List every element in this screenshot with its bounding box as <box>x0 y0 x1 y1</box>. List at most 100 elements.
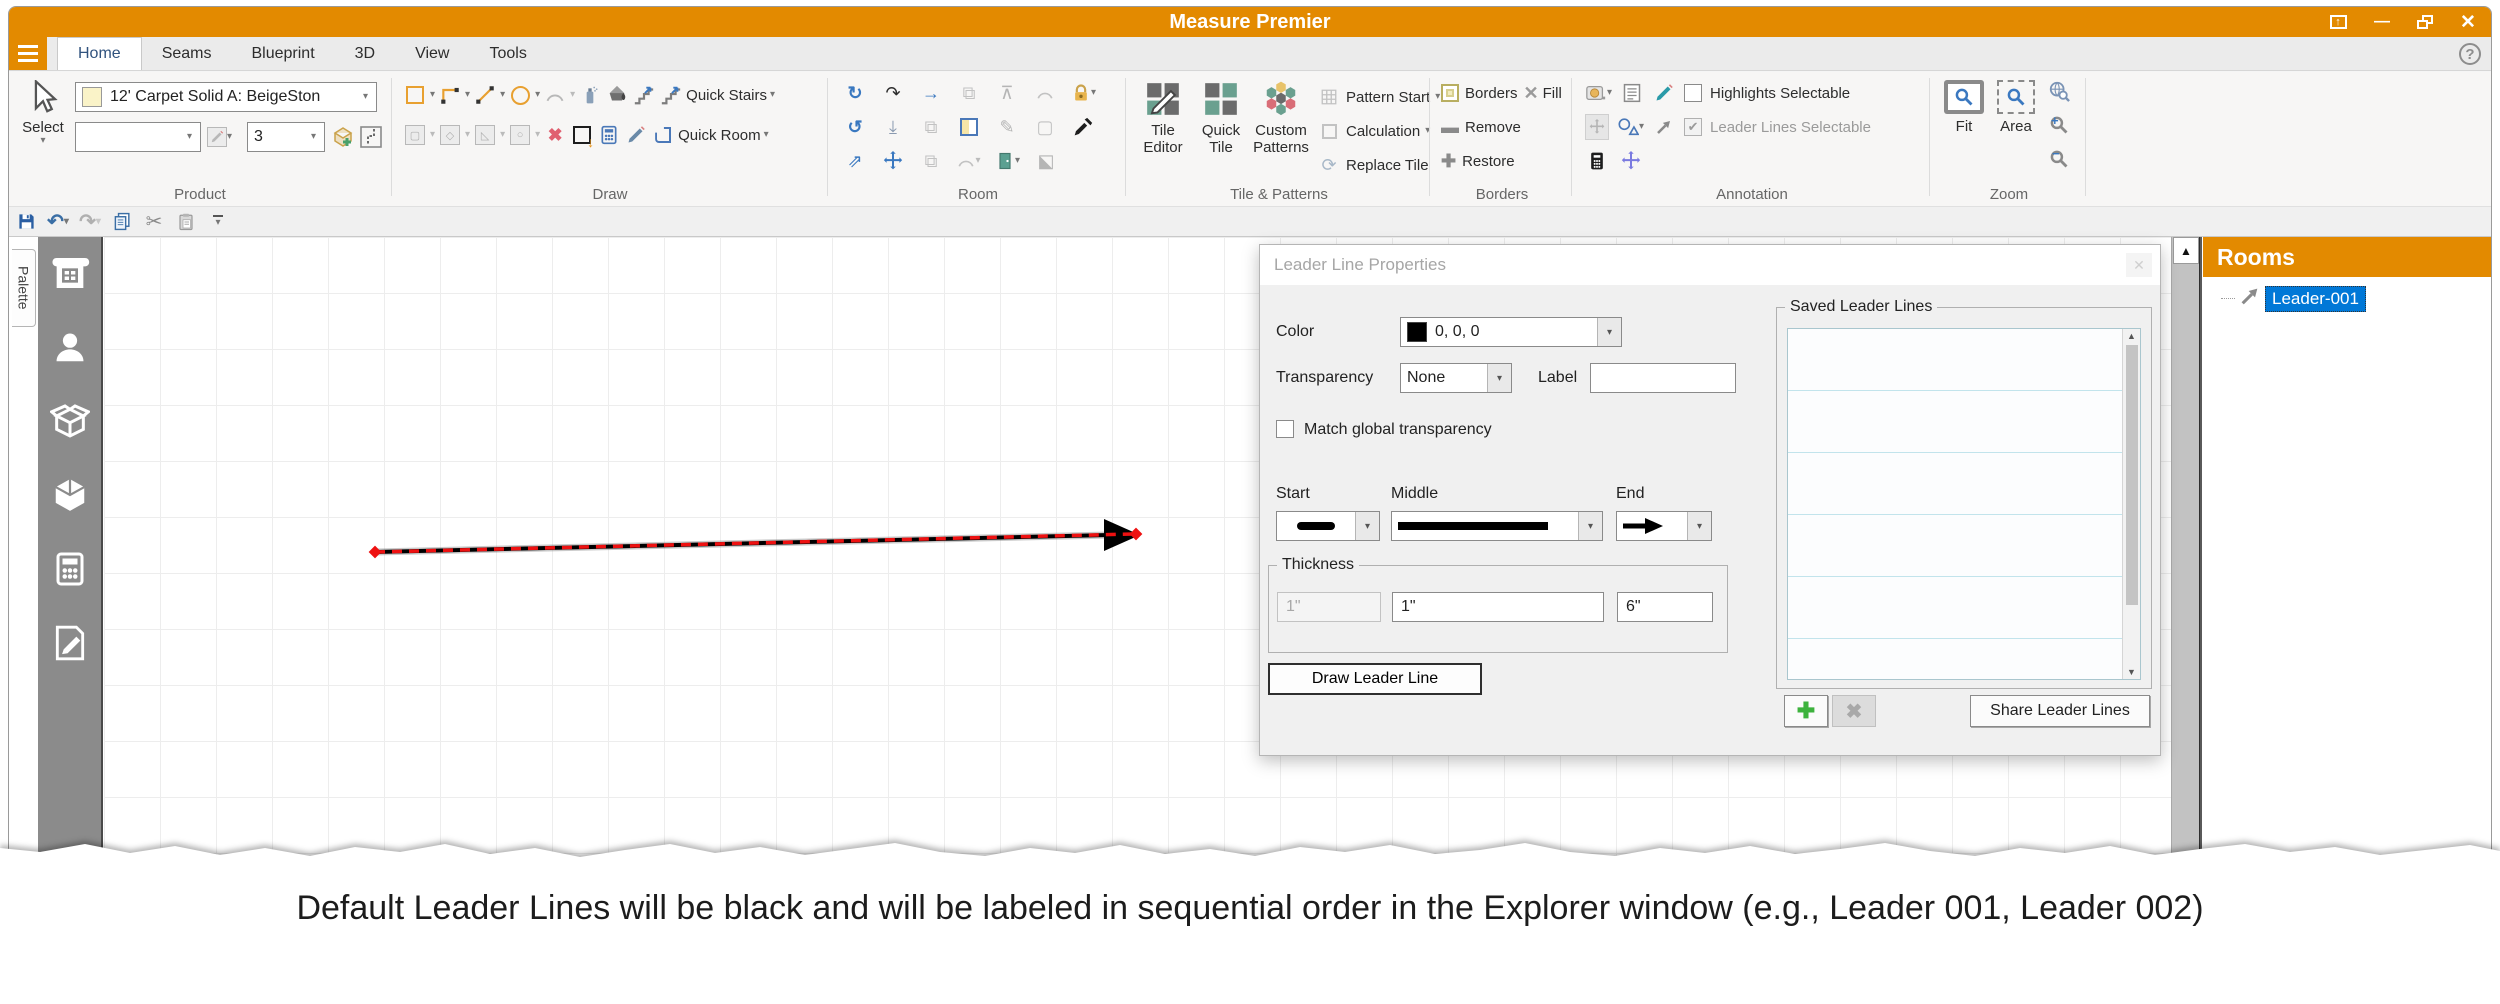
saved-leader-lines-list[interactable]: ▲ ▼ <box>1787 328 2141 680</box>
leader-start-handle[interactable] <box>369 546 382 559</box>
draw-rectangle-caret-icon[interactable]: ▾ <box>430 90 435 100</box>
list-scroll-down-icon[interactable]: ▼ <box>2127 667 2136 677</box>
scrollbar-up-icon[interactable]: ▲ <box>2173 237 2199 264</box>
cut-button[interactable]: ✂ <box>143 210 165 234</box>
draw-line-caret-icon[interactable]: ▾ <box>500 90 505 100</box>
product-variant-combobox[interactable]: ▾ <box>75 122 201 152</box>
fill-button[interactable]: ✕ Fill <box>1524 84 1562 102</box>
tab-home[interactable]: Home <box>57 37 142 70</box>
custom-patterns-button[interactable]: Custom Patterns <box>1249 80 1313 157</box>
redo-caret-icon[interactable]: ▾ <box>96 217 101 227</box>
merge-button[interactable]: ⧉ <box>919 148 943 174</box>
help-icon[interactable]: ? <box>2459 43 2481 65</box>
rooms-item-label[interactable]: Leader-001 <box>2265 286 2366 312</box>
draw-ellipse-caret-icon[interactable]: ▾ <box>535 90 540 100</box>
arc-segment-button[interactable] <box>1033 80 1057 106</box>
product-combo-caret-icon[interactable]: ▾ <box>363 92 368 102</box>
spray-tool-button[interactable] <box>578 82 602 108</box>
product-steps-button[interactable] <box>359 124 383 150</box>
calculator-button[interactable] <box>597 122 621 148</box>
annotation-pencil-button[interactable] <box>1652 80 1676 106</box>
fill-bucket-button[interactable] <box>605 82 629 108</box>
lock-caret-icon[interactable]: ▾ <box>1091 88 1096 98</box>
cutout-circle-caret-icon[interactable]: ▾ <box>535 130 540 140</box>
zoom-world-button[interactable] <box>2047 78 2071 104</box>
dialog-close-button[interactable]: ✕ <box>2126 253 2152 277</box>
tab-3d[interactable]: 3D <box>335 37 395 70</box>
saved-list-row[interactable] <box>1788 391 2122 453</box>
flip-arc-button[interactable]: ↷ <box>881 80 905 106</box>
quantity-combobox[interactable]: 3▾ <box>247 122 325 152</box>
draw-arc-button[interactable] <box>543 82 567 108</box>
palette-tab[interactable]: Palette <box>12 249 36 327</box>
list-scroll-up-icon[interactable]: ▲ <box>2127 331 2136 341</box>
thickness-middle-input[interactable] <box>1392 592 1604 622</box>
tab-seams[interactable]: Seams <box>142 37 232 70</box>
color-combobox[interactable]: 0, 0, 0 ▾ <box>1400 317 1622 347</box>
borders-button[interactable]: Borders <box>1441 84 1518 102</box>
move-room-button[interactable] <box>881 148 905 174</box>
draw-arc-caret-icon[interactable]: ▾ <box>570 90 575 100</box>
quick-room-caret-icon[interactable]: ▾ <box>764 130 769 140</box>
close-button[interactable]: ✕ <box>2459 13 2477 31</box>
move-all-button[interactable] <box>1619 148 1643 174</box>
cutout-triangle-button[interactable]: ◺ <box>473 122 497 148</box>
copy-room-button[interactable]: ⧉ <box>919 114 943 140</box>
worksheet-panel-button[interactable] <box>50 623 90 663</box>
thickness-start-input[interactable] <box>1277 592 1381 622</box>
zoom-in-button[interactable]: + <box>2047 112 2071 138</box>
zoom-fit-button[interactable]: Fit <box>1941 80 1987 135</box>
minimize-button[interactable]: — <box>2373 13 2391 31</box>
keypad-button[interactable] <box>1585 148 1609 174</box>
saved-list-row[interactable] <box>1788 329 2122 391</box>
shapes-button[interactable]: ▾ <box>1617 114 1644 140</box>
tab-tools[interactable]: Tools <box>469 37 546 70</box>
variant-combo-caret-icon[interactable]: ▾ <box>187 132 192 142</box>
blueprint-panel-button[interactable] <box>50 253 90 293</box>
label-input[interactable] <box>1590 363 1736 393</box>
cutout-diamond-caret-icon[interactable]: ▾ <box>465 130 470 140</box>
stairs-tool-button[interactable] <box>632 82 656 108</box>
draw-corner-button[interactable] <box>438 82 462 108</box>
end-style-combobox[interactable]: ▾ <box>1616 511 1712 541</box>
select-tool-button[interactable]: Select ▾ <box>17 80 69 146</box>
calculation-button[interactable]: Calculation▾ <box>1317 118 1430 144</box>
quick-stairs-caret-icon[interactable]: ▾ <box>770 90 775 100</box>
measure-line-button[interactable]: ✎ <box>995 114 1019 140</box>
seam-pencil-button[interactable]: ▾ <box>207 124 232 150</box>
copy-button[interactable] <box>111 210 133 234</box>
toolbar-overflow-button[interactable]: ▾ <box>207 210 229 234</box>
pattern-start-button[interactable]: Pattern Start▾ <box>1317 84 1440 110</box>
leader-lines-selectable-checkbox[interactable]: ✔ <box>1684 118 1702 136</box>
quick-stairs-button[interactable] <box>659 82 683 108</box>
redo-button[interactable]: ↷▾ <box>79 210 101 234</box>
duplicate-button[interactable]: ⧉ <box>957 80 981 106</box>
zoom-out-button[interactable]: − <box>2047 146 2071 172</box>
replace-tile-button[interactable]: ⟳ Replace Tile <box>1317 152 1429 178</box>
tab-blueprint[interactable]: Blueprint <box>231 37 334 70</box>
lock-button[interactable]: ▾ <box>1071 80 1096 106</box>
door-caret-icon[interactable]: ▾ <box>1015 156 1020 166</box>
leader-arrow-button[interactable] <box>1652 114 1676 140</box>
list-scroll-thumb[interactable] <box>2126 345 2138 605</box>
middle-style-combobox[interactable]: ▾ <box>1391 511 1603 541</box>
cutout-diamond-button[interactable]: ◇ <box>438 122 462 148</box>
cutout-rect-caret-icon[interactable]: ▾ <box>430 130 435 140</box>
transparency-combo-caret-icon[interactable]: ▾ <box>1487 364 1511 392</box>
middle-combo-caret-icon[interactable]: ▾ <box>1578 512 1602 540</box>
delete-saved-leader-button[interactable]: ✖ <box>1832 695 1876 727</box>
tape-measure-button[interactable]: ▾ <box>1585 80 1612 106</box>
pin-ribbon-button[interactable]: ↑ <box>2329 13 2347 31</box>
press-fit-button[interactable]: ⊼ <box>995 80 1019 106</box>
cutout-circle-button[interactable]: ○ <box>508 122 532 148</box>
rotate-ccw-button[interactable]: ↺ <box>843 114 867 140</box>
door-button[interactable]: ▾ <box>995 148 1020 174</box>
restore-button[interactable] <box>2417 15 2433 29</box>
inventory-panel-button[interactable] <box>50 475 90 515</box>
extend-right-button[interactable]: → <box>919 80 943 106</box>
tile-editor-button[interactable]: Tile Editor <box>1135 80 1191 157</box>
draw-rectangle-button[interactable] <box>403 82 427 108</box>
zoom-area-button[interactable]: Area <box>1993 80 2039 135</box>
tape-caret-icon[interactable]: ▾ <box>1607 88 1612 98</box>
eyedropper-button[interactable] <box>1071 114 1095 140</box>
